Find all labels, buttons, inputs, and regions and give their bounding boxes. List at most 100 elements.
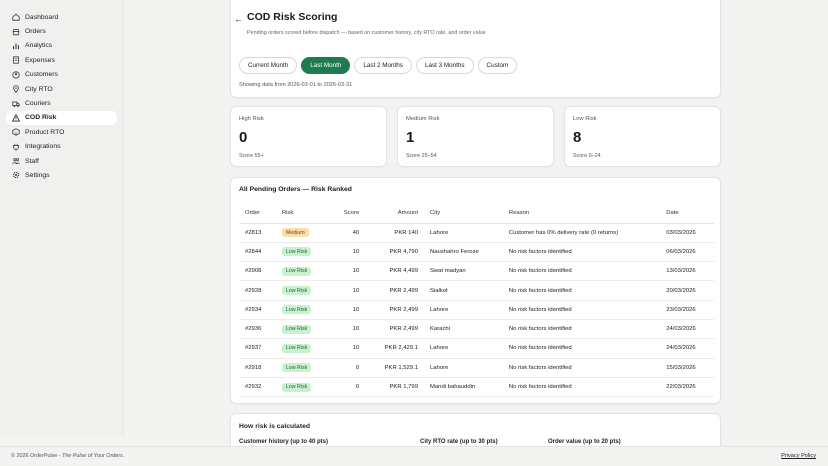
page-title: COD Risk Scoring: [247, 11, 338, 23]
range-button-last-3-months[interactable]: Last 3 Months: [415, 57, 474, 74]
footer-copyright: © 2026 OrderPulse - The Pulse of Your Or…: [11, 453, 124, 459]
cell-amount: PKR 1,529.1: [365, 358, 424, 378]
table-row[interactable]: #2937 Low Risk 10 PKR 2,429.1 Lahore No risk …: [239, 338, 714, 359]
cell-risk: Low Risk: [275, 280, 330, 301]
table-row[interactable]: #2844 Low Risk 10 PKR 4,790 Naushahro Feroze…: [239, 242, 714, 263]
cell-city: Naushahro Feroze: [424, 242, 503, 263]
header-card: ← COD Risk Scoring Pending orders scored…: [230, 0, 721, 98]
home-icon: [11, 13, 20, 22]
sidebar-item-city-rto[interactable]: City RTO: [6, 82, 117, 96]
medium-risk-range: Score 25–54: [406, 153, 437, 159]
table-row[interactable]: #2908 Low Risk 10 PKR 4,499 Swat madyan No ri…: [239, 261, 714, 282]
sidebar-item-couriers[interactable]: Couriers: [6, 96, 117, 110]
cell-risk: Low Risk: [275, 338, 330, 359]
cell-risk: Low Risk: [275, 319, 330, 340]
cell-order: #2928: [239, 280, 276, 301]
high-risk-label: High Risk: [239, 116, 264, 122]
privacy-policy-link[interactable]: Privacy Policy: [781, 453, 816, 459]
sidebar-item-analytics[interactable]: Analytics: [6, 39, 117, 53]
cell-amount: PKR 2,499: [365, 300, 424, 320]
column-header-risk[interactable]: Risk: [275, 204, 330, 224]
low-risk-count: 8: [573, 129, 582, 146]
sidebar-item-dashboard[interactable]: Dashboard: [6, 10, 117, 24]
cell-city: Karachi: [424, 319, 503, 340]
sidebar-item-integrations[interactable]: Integrations: [6, 140, 117, 154]
cell-date: 06/03/2026: [660, 242, 714, 263]
medium-risk-label: Medium Risk: [406, 116, 440, 122]
orders-table-card: All Pending Orders — Risk Ranked Order Ri…: [230, 177, 721, 404]
user-icon: [11, 70, 20, 79]
cell-amount: PKR 2,429.1: [365, 338, 424, 359]
cell-order: #2934: [239, 300, 276, 320]
cell-city: Lahore: [424, 338, 503, 359]
cell-date: 22/03/2026: [660, 377, 714, 398]
table-row[interactable]: #2928 Low Risk 10 PKR 2,499 Sialkot No risk f…: [239, 280, 714, 301]
sidebar-item-expenses[interactable]: Expenses: [6, 53, 117, 67]
cell-score: 40: [329, 223, 366, 243]
risk-badge: Low Risk: [281, 343, 312, 353]
range-button-custom[interactable]: Custom: [477, 57, 518, 74]
cell-date: 03/03/2026: [660, 223, 714, 243]
cell-risk: Low Risk: [275, 358, 330, 378]
table-row[interactable]: #2813 Medium 40 PKR 140 Lahore Customer has 0…: [239, 223, 714, 243]
table-row[interactable]: #2932 Low Risk 0 PKR 1,799 Mandi bahauddin No…: [239, 377, 714, 398]
cell-amount: PKR 2,499: [365, 319, 424, 340]
orders-table: Order Risk Score Amount City Reason Date #2813…: [239, 204, 714, 398]
cell-reason: No risk factors identified: [502, 261, 661, 282]
truck-icon: [11, 99, 20, 108]
cell-order: #2937: [239, 338, 276, 359]
table-row[interactable]: #2918 Low Risk 0 PKR 1,529.1 Lahore No risk f…: [239, 358, 714, 378]
range-button-current-month[interactable]: Current Month: [239, 57, 298, 74]
sidebar-item-label: Integrations: [25, 143, 61, 151]
risk-badge: Low Risk: [281, 266, 312, 276]
sidebar-item-settings[interactable]: Settings: [6, 168, 117, 182]
cell-reason: No risk factors identified: [502, 242, 661, 263]
cell-amount: PKR 140: [365, 223, 424, 243]
sidebar-item-label: Expenses: [25, 56, 55, 64]
cell-order: #2936: [239, 319, 276, 340]
page-subtitle: Pending orders scored before dispatch — …: [247, 30, 486, 36]
table-row[interactable]: #2936 Low Risk 10 PKR 2,499 Karachi No risk f…: [239, 319, 714, 340]
date-range-info: Showing data from 2026-03-01 to 2026-03-…: [239, 82, 353, 88]
table-header-row: Order Risk Score Amount City Reason Date: [239, 204, 714, 224]
column-header-city[interactable]: City: [424, 204, 503, 224]
date-range-filter: Current Month Last Month Last 2 Months Last…: [239, 57, 518, 74]
sidebar-item-label: Staff: [25, 157, 39, 165]
cell-amount: PKR 4,790: [365, 242, 424, 263]
plug-icon: [11, 142, 20, 151]
range-button-last-month[interactable]: Last Month: [301, 57, 351, 74]
cell-city: Swat madyan: [424, 261, 503, 282]
package-icon: [11, 128, 20, 137]
gear-icon: [11, 171, 20, 180]
column-header-reason[interactable]: Reason: [502, 204, 661, 224]
cell-risk: Low Risk: [275, 261, 330, 282]
sidebar-item-orders[interactable]: Orders: [6, 24, 117, 38]
cell-reason: No risk factors identified: [502, 300, 661, 320]
users-icon: [11, 157, 20, 166]
cell-risk: Medium: [275, 223, 330, 243]
sidebar-item-customers[interactable]: Customers: [6, 68, 117, 82]
table-row[interactable]: #2934 Low Risk 10 PKR 2,499 Lahore No risk fa…: [239, 300, 714, 320]
sidebar: Dashboard Orders Analytics Expenses Customer…: [0, 0, 124, 436]
sidebar-item-label: Dashboard: [25, 13, 59, 21]
cell-score: 10: [329, 280, 366, 301]
column-header-amount[interactable]: Amount: [365, 204, 424, 224]
range-button-last-2-months[interactable]: Last 2 Months: [354, 57, 412, 74]
column-header-order[interactable]: Order: [239, 204, 276, 224]
cell-reason: Customer has 0% delivery rate (0 returns…: [502, 223, 661, 243]
sidebar-item-product-rto[interactable]: Product RTO: [6, 125, 117, 139]
back-arrow-icon[interactable]: ←: [234, 14, 243, 24]
high-risk-card: High Risk 0 Score 55+: [230, 106, 387, 167]
cell-city: Lahore: [424, 223, 503, 243]
sidebar-item-staff[interactable]: Staff: [6, 154, 117, 168]
cell-risk: Low Risk: [275, 300, 330, 320]
column-header-date[interactable]: Date: [660, 204, 714, 224]
cell-date: 23/03/2026: [660, 300, 714, 320]
column-header-score[interactable]: Score: [329, 204, 366, 224]
risk-badge: Low Risk: [281, 363, 312, 373]
cell-risk: Low Risk: [275, 377, 330, 398]
cell-date: 15/03/2026: [660, 358, 714, 378]
sidebar-item-cod-risk[interactable]: COD Risk: [6, 110, 117, 126]
cell-city: Sialkot: [424, 280, 503, 301]
sidebar-item-label: Customers: [25, 71, 58, 79]
